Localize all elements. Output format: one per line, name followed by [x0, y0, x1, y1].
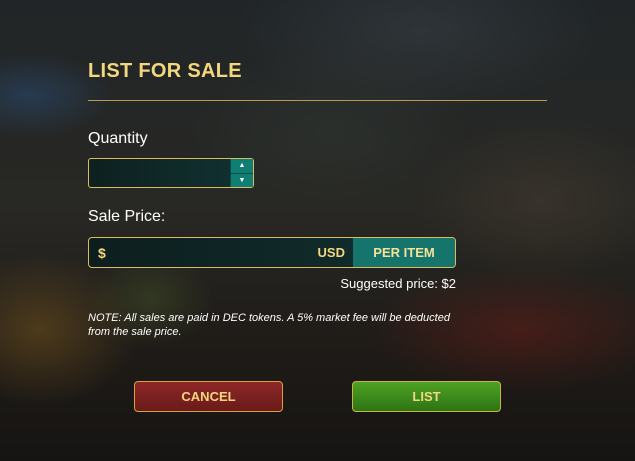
dollar-sign-icon: $: [98, 244, 106, 261]
decrement-arrow-down-icon[interactable]: ▼: [231, 172, 253, 187]
suggested-price-text: Suggested price: $2: [340, 276, 456, 291]
per-item-toggle[interactable]: PER ITEM: [353, 238, 455, 267]
currency-code-label: USD: [317, 245, 345, 260]
sale-price-input[interactable]: [118, 238, 314, 267]
dialog-title: LIST FOR SALE: [88, 60, 242, 82]
quantity-label: Quantity: [88, 130, 148, 147]
background-scene: LIST FOR SALE Quantity ▲ ▼ Sale Price: $…: [0, 0, 635, 461]
quantity-stepper: ▲ ▼: [88, 158, 254, 188]
market-fee-note: NOTE: All sales are paid in DEC tokens. …: [88, 312, 450, 338]
increment-arrow-up-icon[interactable]: ▲: [231, 159, 253, 173]
list-for-sale-dialog: LIST FOR SALE Quantity ▲ ▼ Sale Price: $…: [0, 0, 635, 461]
sale-price-field: $ USD PER ITEM: [88, 237, 456, 268]
list-button[interactable]: LIST: [352, 381, 501, 412]
quantity-input[interactable]: [89, 159, 230, 187]
sale-price-label: Sale Price:: [88, 208, 166, 225]
stepper-controls: ▲ ▼: [230, 159, 253, 187]
cancel-button[interactable]: CANCEL: [134, 381, 283, 412]
title-divider: [88, 100, 547, 101]
